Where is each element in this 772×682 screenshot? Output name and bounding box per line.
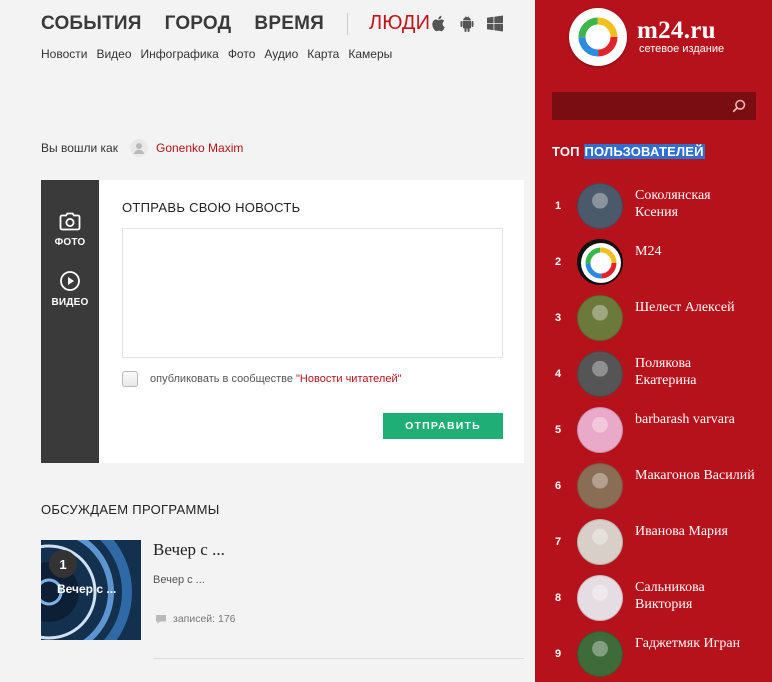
user-avatar[interactable]: [577, 239, 623, 285]
user-rank: 7: [554, 536, 562, 548]
m24-avatar-icon: [581, 243, 621, 283]
submit-news-title: ОТПРАВЬ СВОЮ НОВОСТЬ: [122, 200, 301, 215]
user-avatar[interactable]: [577, 463, 623, 509]
top-user-row[interactable]: 2 M24: [552, 237, 762, 287]
user-name-link[interactable]: Иванова Мария: [635, 523, 755, 540]
user-name-link[interactable]: Макагонов Василий: [635, 467, 755, 484]
logo-tagline: сетевое издание: [639, 43, 725, 55]
user-avatar[interactable]: [577, 519, 623, 565]
program-post-count: записей: 176: [155, 613, 236, 625]
programs-section-title: ОБСУЖДАЕМ ПРОГРАММЫ: [41, 502, 220, 517]
android-icon[interactable]: [459, 15, 475, 32]
user-name-link[interactable]: M24: [635, 243, 755, 260]
user-name-link[interactable]: Полякова Екатерина: [635, 355, 755, 389]
user-rank: 5: [554, 424, 562, 436]
main-nav: СОБЫТИЯ ГОРОД ВРЕМЯ ЛЮДИ: [41, 12, 430, 35]
platform-links: [431, 15, 503, 32]
top-user-row[interactable]: 1 Соколянская Ксения: [552, 181, 762, 231]
main-column: СОБЫТИЯ ГОРОД ВРЕМЯ ЛЮДИ Новости Видео И…: [0, 0, 535, 682]
m24-ring-icon: [578, 17, 618, 57]
send-button[interactable]: ОТПРАВИТЬ: [383, 413, 503, 439]
site-logo[interactable]: m24.ru сетевое издание: [569, 8, 724, 66]
camera-icon: [59, 212, 81, 231]
user-rank: 3: [554, 312, 562, 324]
subnav-cameras[interactable]: Камеры: [348, 47, 392, 61]
comment-icon: [156, 614, 166, 624]
subnav-photo[interactable]: Фото: [228, 47, 256, 61]
user-avatar[interactable]: [577, 295, 623, 341]
user-icon: [129, 139, 148, 157]
top-user-row[interactable]: 5 barbarash varvara: [552, 405, 762, 455]
subnav-video[interactable]: Видео: [96, 47, 131, 61]
nav-people[interactable]: ЛЮДИ: [369, 12, 430, 35]
user-avatar[interactable]: [577, 631, 623, 677]
user-rank: 1: [554, 200, 562, 212]
user-rank: 4: [554, 368, 562, 380]
user-avatar[interactable]: [577, 407, 623, 453]
publish-option: опубликовать в сообществе "Новости читат…: [122, 371, 402, 387]
search-icon[interactable]: [732, 99, 746, 113]
user-avatar[interactable]: [577, 183, 623, 229]
top-user-row[interactable]: 7 Иванова Мария: [552, 517, 762, 567]
user-name-link[interactable]: Гаджетмяк Игран: [635, 635, 755, 652]
community-link[interactable]: "Новости читателей": [296, 373, 401, 385]
submit-news-card: ФОТО ВИДЕО ОТПРАВЬ СВОЮ НОВОСТЬ опублико…: [41, 180, 524, 463]
program-rank-badge: 1: [49, 550, 77, 578]
top-user-row[interactable]: 4 Полякова Екатерина: [552, 349, 762, 399]
sub-nav: Новости Видео Инфографика Фото Аудио Кар…: [41, 47, 392, 61]
user-name-link[interactable]: Соколянская Ксения: [635, 187, 755, 221]
user-avatar[interactable]: [577, 351, 623, 397]
apple-icon[interactable]: [431, 15, 447, 32]
top-title-highlight: ПОЛЬЗОВАТЕЛЕЙ: [583, 144, 705, 159]
top-user-row[interactable]: 8 Сальникова Виктория: [552, 573, 762, 623]
nav-divider: [346, 12, 348, 35]
login-status: Вы вошли как Gonenko Maxim: [41, 139, 243, 157]
add-video-button[interactable]: ВИДЕО: [41, 270, 99, 308]
program-divider: [153, 658, 524, 659]
program-thumbnail-title: Вечер с ...: [57, 582, 117, 596]
logo-text: m24.ru сетевое издание: [637, 17, 725, 55]
user-name-link[interactable]: Сальникова Виктория: [635, 579, 755, 613]
program-item: 1 Вечер с ... Вечер с ... Вечер с ... за…: [41, 540, 524, 660]
top-user-row[interactable]: 9 Гаджетмяк Игран: [552, 629, 762, 679]
subnav-map[interactable]: Карта: [307, 47, 339, 61]
play-icon: [60, 271, 80, 291]
top-user-row[interactable]: 3 Шелест Алексей: [552, 293, 762, 343]
publish-checkbox[interactable]: [122, 371, 138, 387]
user-rank: 9: [554, 648, 562, 660]
right-sidebar: m24.ru сетевое издание ТОП ПОЛЬЗОВАТЕЛЕЙ…: [535, 0, 772, 682]
current-user-link[interactable]: Gonenko Maxim: [156, 141, 243, 155]
subnav-news[interactable]: Новости: [41, 47, 87, 61]
windows-icon[interactable]: [487, 15, 503, 32]
nav-events[interactable]: СОБЫТИЯ: [41, 13, 142, 35]
nav-time[interactable]: ВРЕМЯ: [254, 13, 324, 35]
logo-name: m24.ru: [637, 17, 716, 44]
subnav-audio[interactable]: Аудио: [264, 47, 298, 61]
photo-label: ФОТО: [54, 237, 86, 248]
video-label: ВИДЕО: [51, 297, 89, 308]
user-rank: 2: [554, 256, 562, 268]
add-photo-button[interactable]: ФОТО: [41, 212, 99, 248]
program-thumbnail[interactable]: 1 Вечер с ...: [41, 540, 141, 640]
user-rank: 8: [554, 592, 562, 604]
search-input[interactable]: [552, 92, 722, 120]
top-users-title: ТОП ПОЛЬЗОВАТЕЛЕЙ: [552, 144, 705, 159]
user-avatar[interactable]: [577, 575, 623, 621]
nav-city[interactable]: ГОРОД: [165, 13, 232, 35]
user-rank: 6: [554, 480, 562, 492]
subnav-infographics[interactable]: Инфографика: [141, 47, 219, 61]
publish-label: опубликовать в сообществе: [150, 373, 294, 385]
program-description: Вечер с ...: [153, 574, 205, 586]
program-title-link[interactable]: Вечер с ...: [153, 540, 225, 560]
logo-ring: [569, 8, 627, 66]
user-name-link[interactable]: Шелест Алексей: [635, 299, 755, 316]
program-count-text: записей: 176: [173, 613, 236, 625]
top-user-row[interactable]: 6 Макагонов Василий: [552, 461, 762, 511]
user-name-link[interactable]: barbarash varvara: [635, 411, 755, 428]
top-title-word: ТОП: [552, 144, 580, 159]
login-prefix: Вы вошли как: [41, 141, 118, 155]
media-sidebar: ФОТО ВИДЕО: [41, 180, 99, 463]
search-box: [552, 92, 756, 120]
news-text-input[interactable]: [122, 228, 503, 358]
